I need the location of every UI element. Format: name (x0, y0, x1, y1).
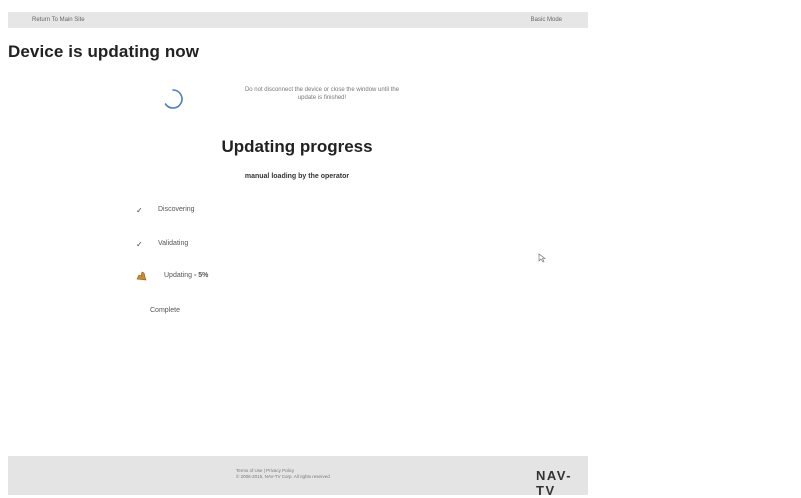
step-label: Complete (150, 307, 180, 314)
update-percent: - 5% (193, 272, 209, 279)
check-icon: ✓ (136, 240, 143, 249)
progress-title: Updating progress (221, 137, 373, 156)
notice-line-2: update is finished! (297, 95, 347, 101)
copyright-text: © 2006-2015, NAV-TV Corp. All rights res… (236, 474, 330, 479)
check-icon: ✓ (136, 206, 143, 215)
step-label: Updating - 5% (164, 272, 208, 279)
footer: Terms of Use | Privacy Policy © 2006-201… (8, 456, 588, 498)
loading-spinner-icon (164, 89, 183, 109)
progress-subtitle: manual loading by the operator (244, 173, 350, 180)
footer-links: Terms of Use | Privacy Policy © 2006-201… (236, 468, 330, 480)
nav-tv-logo: NAV-TV (536, 468, 573, 498)
page-title: Device is updating now (8, 42, 200, 61)
top-bar: Return To Main Site Basic Mode (8, 12, 588, 28)
step-label: Validating (158, 240, 189, 247)
return-to-main-site-link[interactable]: Return To Main Site (32, 17, 85, 23)
basic-mode-link[interactable]: Basic Mode (531, 17, 562, 23)
do-not-disconnect-notice: Do not disconnect the device or close th… (204, 86, 440, 102)
updating-label: Updating (164, 272, 193, 279)
hand-icon (136, 271, 147, 281)
notice-line-1: Do not disconnect the device or close th… (244, 87, 400, 93)
step-label: Discovering (158, 206, 195, 213)
mouse-cursor-icon (538, 253, 546, 263)
